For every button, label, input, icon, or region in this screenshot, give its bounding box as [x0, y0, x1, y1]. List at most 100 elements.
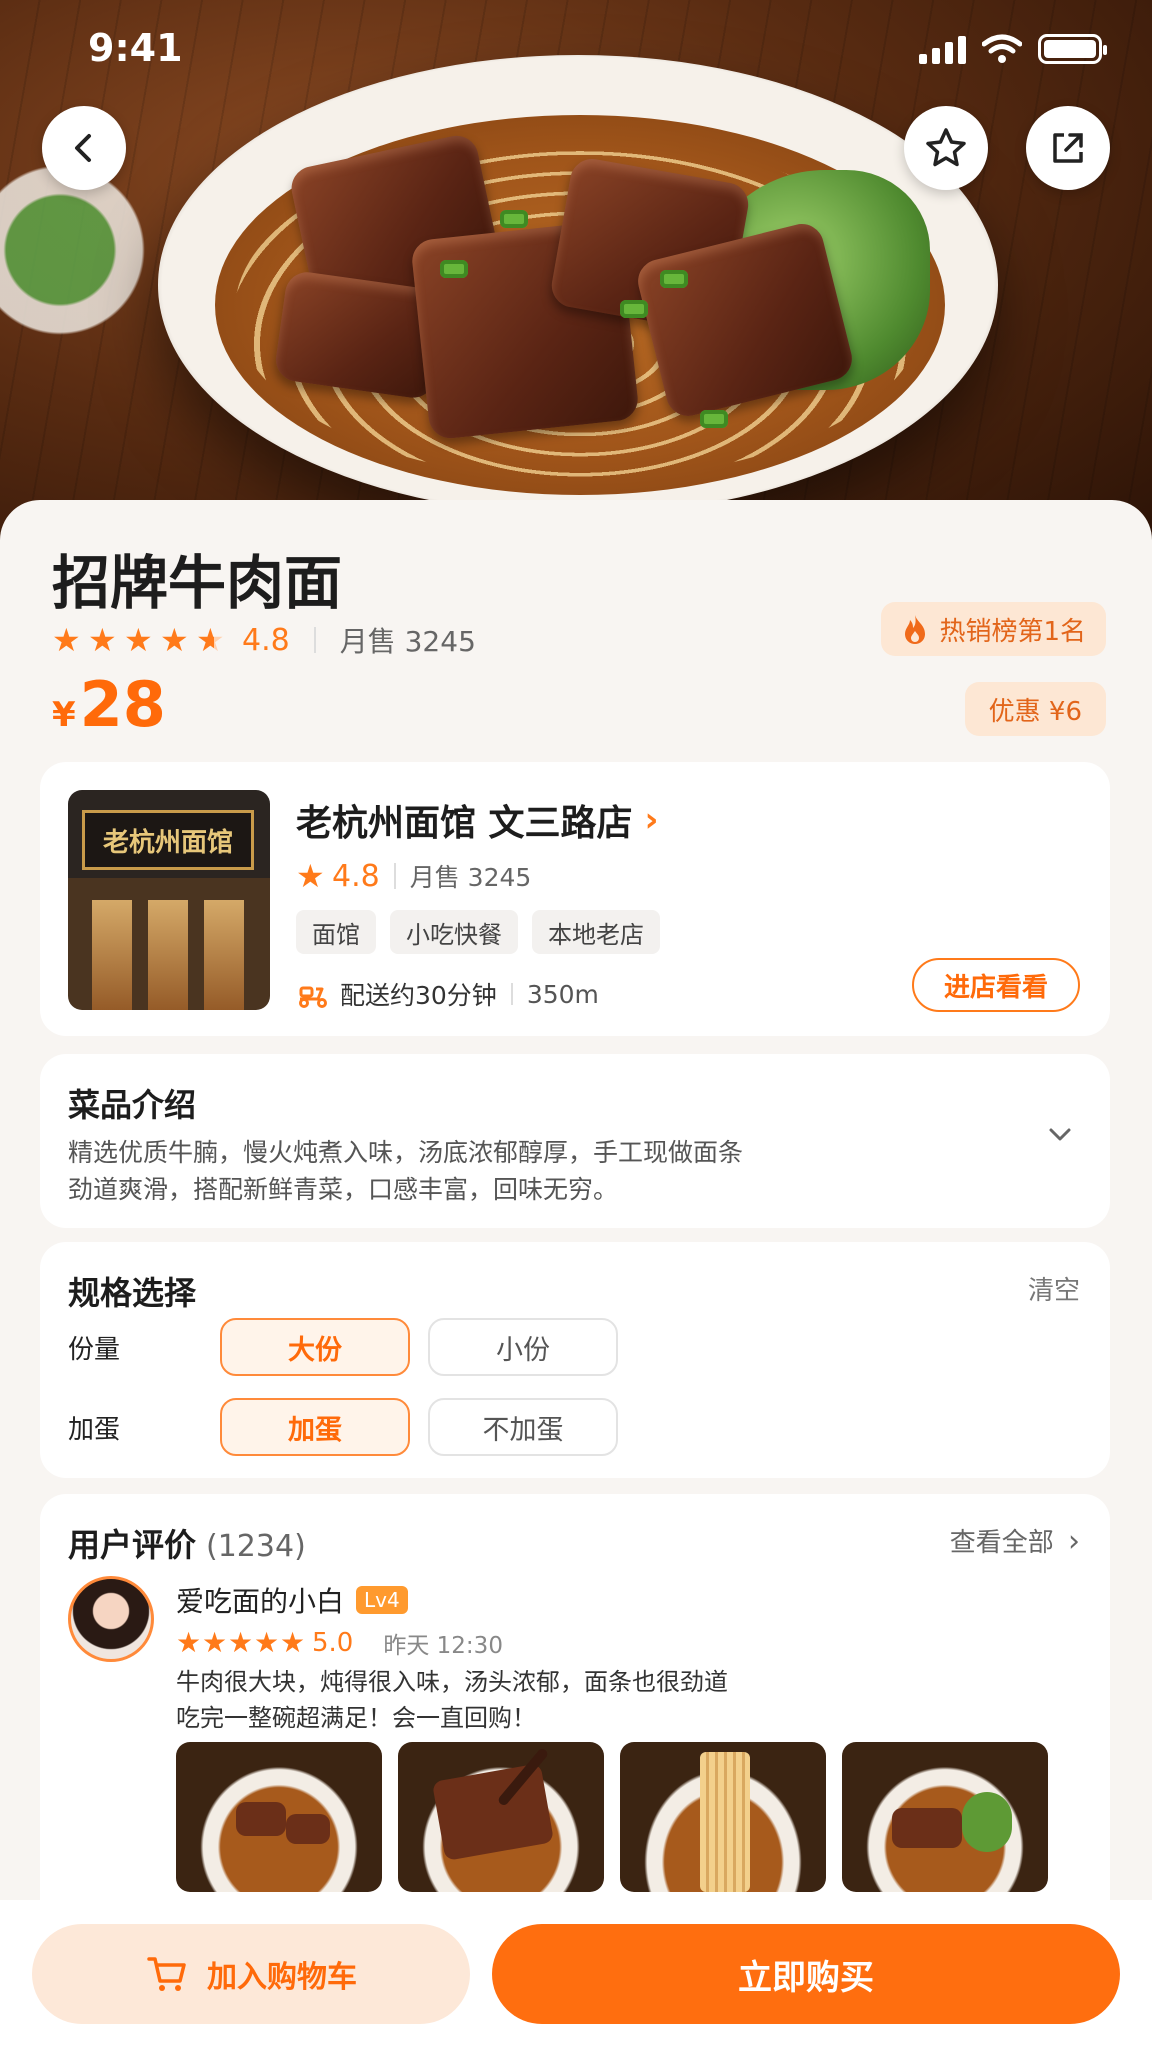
description-line: 精选优质牛腩，慢火炖煮入味，汤底浓郁醇厚，手工现做面条 [68, 1138, 744, 1167]
review-text: 牛肉很大块，炖得很入味，汤头浓郁，面条也很劲道 吃完一整碗超满足！会一直回购！ [176, 1664, 936, 1736]
product-title: 招牌牛肉面 [52, 549, 343, 617]
hot-rank-text: 热销榜第1名 [939, 616, 1086, 647]
rating-stars: ★ ★ ★ ★ ★ [52, 621, 226, 659]
option-large[interactable]: 大份 [220, 1318, 410, 1376]
shop-rating-row: ★ 4.8 月售 3245 [296, 858, 531, 894]
back-button[interactable] [42, 106, 126, 190]
currency-symbol: ¥ [52, 695, 76, 735]
star-icon: ★ [228, 1626, 254, 1659]
shop-tag: 本地老店 [532, 910, 660, 954]
reviews-title: 用户评价 (1234) [68, 1520, 306, 1566]
shop-tag: 小吃快餐 [390, 910, 518, 954]
spec-row-size: 份量 大份 小份 [68, 1318, 636, 1376]
battery-icon [1038, 34, 1107, 64]
chevron-right-icon: › [644, 800, 659, 840]
spec-label: 份量 [68, 1334, 121, 1365]
option-small[interactable]: 小份 [428, 1318, 618, 1376]
description-text: 精选优质牛腩，慢火炖煮入味，汤底浓郁醇厚，手工现做面条 劲道爽滑，搭配新鲜青菜，… [68, 1134, 908, 1208]
review-photos [176, 1742, 1048, 1892]
scallion [620, 300, 648, 318]
review-photo[interactable] [842, 1742, 1048, 1892]
review-rating-value: 5.0 [312, 1628, 354, 1658]
reviews-count: (1234) [206, 1529, 306, 1564]
see-all-reviews-link[interactable]: 查看全部 › [950, 1522, 1080, 1559]
review-photo[interactable] [398, 1742, 604, 1892]
status-bar: 9:41 [0, 0, 1152, 100]
review-line: 吃完一整碗超满足！会一直回购！ [176, 1704, 536, 1732]
shop-door [204, 900, 244, 1010]
share-icon [1053, 133, 1083, 163]
star-icon: ★ [52, 621, 81, 659]
review-photo[interactable] [620, 1742, 826, 1892]
shop-distance: 350m [526, 979, 599, 1009]
product-price: ¥ 28 [52, 668, 166, 741]
fire-icon [905, 615, 926, 644]
clear-selection-button[interactable]: 清空 [1028, 1270, 1080, 1307]
discount-badge[interactable]: 优惠 ¥6 [964, 682, 1106, 736]
reviews-card: 用户评价 (1234) 查看全部 › 爱吃面的小白 Lv4 ★ ★ ★ ★ ★ 5… [40, 1494, 1110, 1914]
shop-monthly-sales: 月售 3245 [409, 863, 532, 892]
description-line: 劲道爽滑，搭配新鲜青菜，口感丰富，回味无穷。 [68, 1175, 619, 1204]
star-icon: ★ [176, 1626, 202, 1659]
status-time: 9:41 [88, 26, 183, 70]
shop-card[interactable]: 老杭州面馆 老杭州面馆 文三路店 › ★ 4.8 月售 3245 面馆 小吃快餐… [40, 762, 1110, 1036]
star-icon: ★ [202, 1626, 228, 1659]
option-no-egg[interactable]: 不加蛋 [428, 1398, 618, 1456]
star-half-icon: ★ [196, 621, 225, 659]
cellular-signal-icon [919, 34, 966, 64]
favorite-button[interactable] [904, 106, 988, 190]
review-photo[interactable] [176, 1742, 382, 1892]
share-button[interactable] [1026, 106, 1110, 190]
enter-shop-button[interactable]: 进店看看 [912, 958, 1080, 1012]
chevron-right-icon: › [1068, 1524, 1080, 1559]
description-title: 菜品介绍 [68, 1086, 197, 1124]
bottom-action-bar: 加入购物车 立即购买 [0, 1900, 1152, 2048]
spec-title: 规格选择 [68, 1274, 197, 1312]
shop-tag: 面馆 [296, 910, 376, 954]
shop-door [148, 900, 188, 1010]
star-icon: ★ [254, 1626, 280, 1659]
scallion [440, 260, 468, 278]
star-outline-icon [926, 128, 966, 167]
status-icons [919, 34, 1107, 64]
divider [313, 627, 316, 653]
wifi-icon [982, 34, 1022, 63]
spec-label: 加蛋 [68, 1414, 121, 1445]
price-value: 28 [79, 668, 166, 741]
divider [510, 983, 513, 1005]
shop-photo: 老杭州面馆 [68, 790, 270, 1010]
buy-now-button[interactable]: 立即购买 [492, 1924, 1120, 2024]
delivery-info: 配送约30分钟 350m [296, 976, 599, 1012]
reviews-title-text: 用户评价 [68, 1526, 197, 1564]
chevron-down-icon[interactable] [1044, 1118, 1076, 1150]
reviewer-name-row: 爱吃面的小白 Lv4 [176, 1580, 408, 1620]
review-date: 昨天 12:30 [383, 1633, 503, 1659]
shop-name-link[interactable]: 老杭州面馆 文三路店 › [296, 794, 659, 846]
dish-description-card[interactable]: 菜品介绍 精选优质牛腩，慢火炖煮入味，汤底浓郁醇厚，手工现做面条 劲道爽滑，搭配… [40, 1054, 1110, 1228]
review-line: 牛肉很大块，炖得很入味，汤头浓郁，面条也很劲道 [176, 1668, 728, 1696]
avatar[interactable] [68, 1576, 154, 1662]
hot-rank-badge[interactable]: 热销榜第1名 [881, 602, 1106, 656]
shop-tags: 面馆 小吃快餐 本地老店 [296, 910, 660, 954]
star-icon: ★ [124, 621, 153, 659]
reviewer-name: 爱吃面的小白 [176, 1585, 345, 1618]
shop-sign: 老杭州面馆 [82, 810, 254, 870]
scallion [700, 410, 728, 428]
spec-row-egg: 加蛋 加蛋 不加蛋 [68, 1398, 636, 1456]
add-to-cart-label: 加入购物车 [207, 1960, 357, 1995]
delivery-time: 配送约30分钟 [340, 981, 497, 1010]
discount-text: 优惠 ¥6 [988, 696, 1082, 727]
scallion [500, 210, 528, 228]
product-rating-row: ★ ★ ★ ★ ★ 4.8 月售 3245 [52, 620, 476, 660]
see-all-label: 查看全部 [949, 1528, 1054, 1558]
cart-icon [147, 1957, 186, 1991]
product-rating-value: 4.8 [242, 622, 290, 658]
shop-door [92, 900, 132, 1010]
option-add-egg[interactable]: 加蛋 [220, 1398, 410, 1456]
chevron-left-icon [75, 134, 91, 162]
star-icon: ★ [160, 621, 189, 659]
divider [393, 863, 396, 889]
star-icon: ★ [88, 621, 117, 659]
shop-rating-value: 4.8 [332, 858, 380, 894]
add-to-cart-button[interactable]: 加入购物车 [32, 1924, 470, 2024]
